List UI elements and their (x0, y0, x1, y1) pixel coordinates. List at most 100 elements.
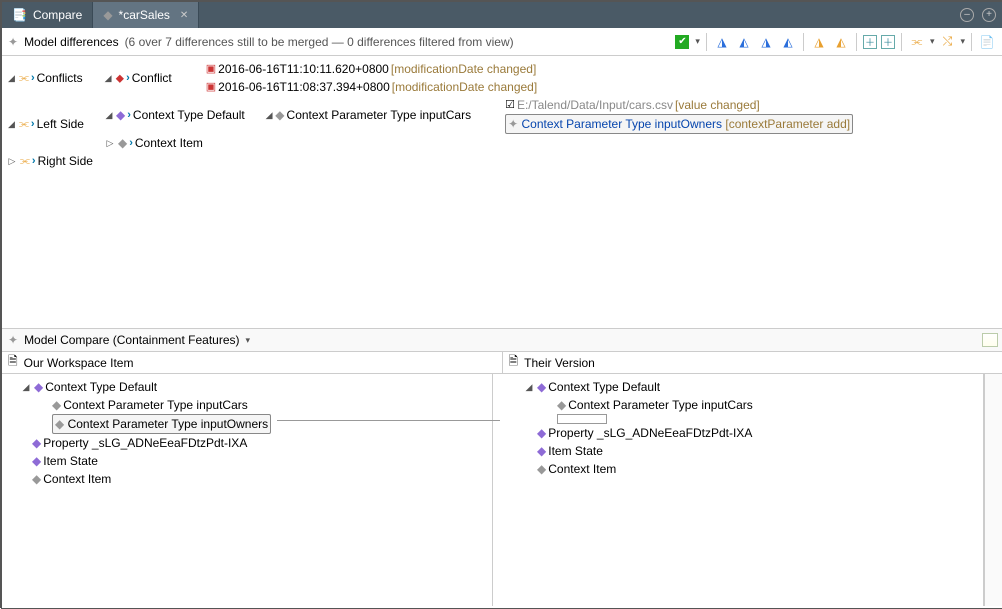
diamond-icon: ◆ (118, 134, 127, 152)
nav-diff-1[interactable]: ◮ (713, 33, 731, 51)
expander-icon[interactable]: ◢ (103, 69, 114, 87)
selected-row[interactable]: ✦ Context Parameter Type inputOwners [co… (505, 114, 853, 134)
diamond-icon: ◆ (52, 396, 61, 414)
timestamp-2: 2016-06-16T11:08:37.394+0800 (218, 78, 390, 96)
model-diff-icon: ✦ (8, 35, 18, 49)
diamond-icon: ◆ (116, 106, 125, 124)
diamond-icon: ◆ (537, 442, 546, 460)
right-header-label: Their Version (524, 356, 595, 370)
chevron-right-icon: › (32, 152, 36, 170)
chevron-right-icon: › (31, 115, 35, 133)
dropdown-icon[interactable]: ▾ (695, 36, 700, 47)
compare-body: ◢ ◆ Context Type Default ◆ Context Param… (2, 374, 1002, 606)
copy-right-button[interactable]: ＋ (881, 35, 895, 49)
timestamp-1: 2016-06-16T11:10:11.620+0800 (218, 60, 389, 78)
csv-annotation: [value changed] (675, 96, 760, 114)
cpt-owners-label: Context Parameter Type inputOwners (521, 117, 722, 131)
separator (706, 33, 707, 51)
expand-button[interactable]: ◮ (810, 33, 828, 51)
diff-tree[interactable]: ◢ ⫘ › Conflicts ◢ ⬥ › Conflict ▣ 2016-06… (2, 56, 1002, 328)
context-item-label: Context Item (135, 134, 203, 152)
panel-toggle-button[interactable] (982, 333, 998, 347)
link-button[interactable]: ⫘ (908, 33, 926, 51)
struct-icon: ⫘ (19, 69, 29, 87)
diamond-icon: ◆ (537, 460, 546, 478)
tab-compare-label: Compare (33, 8, 82, 22)
cpt-cars-label: Context Parameter Type inputCars (287, 106, 472, 124)
overview-ruler[interactable] (984, 374, 1002, 606)
minimize-icon[interactable]: – (960, 8, 974, 22)
separator (901, 33, 902, 51)
copy-left-button[interactable]: ＋ (863, 35, 877, 49)
conflict-label: Conflict (132, 69, 172, 87)
tab-carsales-label: *carSales (119, 8, 170, 22)
r-prop: Property _sLG_ADNeEeaFDtzPdt-IXA (548, 424, 752, 442)
change-in-icon: ▣ (206, 60, 216, 78)
diamond-icon: ◆ (32, 434, 41, 452)
compare-icon: ✦ (8, 333, 18, 347)
expander-icon[interactable]: ◢ (104, 106, 114, 124)
expander-icon[interactable]: ◢ (6, 115, 17, 133)
right-side-label: Right Side (38, 152, 93, 170)
diamond-icon: ◆ (32, 452, 41, 470)
selected-row[interactable]: ◆ Context Parameter Type inputOwners (52, 414, 271, 434)
dropdown-icon[interactable]: ▾ (960, 36, 965, 47)
tab-bar: 📑 Compare ◆ *carSales ✕ – + (2, 2, 1002, 28)
compare-icon: 📑 (12, 8, 27, 22)
toolbar-title: Model differences (24, 35, 119, 49)
diamond-icon: ◆ (275, 106, 284, 124)
conflict-icon: ⬥ (116, 69, 124, 87)
separator (803, 33, 804, 51)
collapse-button[interactable]: ◭ (832, 33, 850, 51)
expander-icon[interactable]: ◢ (523, 378, 535, 396)
model-compare-header: ✦ Model Compare (Containment Features) ▾ (2, 328, 1002, 352)
owners-annotation: [contextParameter add] (725, 117, 850, 131)
left-header-label: Our Workspace Item (24, 356, 134, 370)
r-ctd: Context Type Default (548, 378, 660, 396)
diamond-icon: ◆ (557, 396, 566, 414)
change-out-icon: ▣ (206, 78, 216, 96)
diamond-icon: ◆ (103, 8, 112, 22)
version-icon: 🗎 (509, 352, 519, 373)
expander-icon[interactable]: ▷ (6, 152, 18, 170)
l-ctx: Context Item (43, 470, 111, 488)
missing-placeholder (557, 414, 607, 424)
annotation-1: [modificationDate changed] (391, 60, 536, 78)
left-compare-tree[interactable]: ◢ ◆ Context Type Default ◆ Context Param… (2, 374, 493, 606)
right-compare-tree[interactable]: ◢ ◆ Context Type Default ◆ Context Param… (493, 374, 984, 606)
expander-icon[interactable]: ◢ (6, 69, 17, 87)
l-state: Item State (43, 452, 98, 470)
tabbar-controls: – + (960, 2, 996, 28)
close-icon[interactable]: ✕ (180, 10, 188, 21)
r-cars: Context Parameter Type inputCars (568, 396, 753, 414)
diff-toolbar: ✦ Model differences (6 over 7 difference… (2, 28, 1002, 56)
dropdown-icon[interactable]: ▾ (246, 335, 251, 346)
chevron-right-icon: › (127, 106, 131, 124)
expander-icon[interactable]: ◢ (20, 378, 32, 396)
checkbox-icon: ☑ (505, 96, 515, 114)
ctd-label: Context Type Default (133, 106, 245, 124)
dropdown-icon[interactable]: ▾ (930, 36, 935, 47)
merge-button[interactable]: ⤭ (938, 33, 956, 51)
expander-icon[interactable]: ▷ (104, 134, 116, 152)
tab-compare[interactable]: 📑 Compare (2, 2, 93, 28)
struct-icon: ⫘ (20, 152, 30, 170)
nav-diff-4[interactable]: ◭ (779, 33, 797, 51)
expander-icon[interactable]: ◢ (265, 106, 274, 124)
filter-ok-button[interactable]: ✔ (673, 33, 691, 51)
nav-diff-3[interactable]: ◮ (757, 33, 775, 51)
left-side-label: Left Side (37, 115, 84, 133)
chevron-right-icon: › (126, 69, 130, 87)
compare-column-headers: 🗎 Our Workspace Item 🗎 Their Version (2, 352, 1002, 374)
diamond-icon: ◆ (537, 424, 546, 442)
l-ctd: Context Type Default (45, 378, 157, 396)
maximize-icon[interactable]: + (982, 8, 996, 22)
struct-icon: ⫘ (19, 115, 29, 133)
nav-diff-2[interactable]: ◭ (735, 33, 753, 51)
export-button[interactable]: 📄 (978, 33, 996, 51)
tab-carsales[interactable]: ◆ *carSales ✕ (93, 2, 199, 28)
l-cars: Context Parameter Type inputCars (63, 396, 248, 414)
separator (856, 33, 857, 51)
separator (971, 33, 972, 51)
diff-connector (277, 420, 500, 422)
